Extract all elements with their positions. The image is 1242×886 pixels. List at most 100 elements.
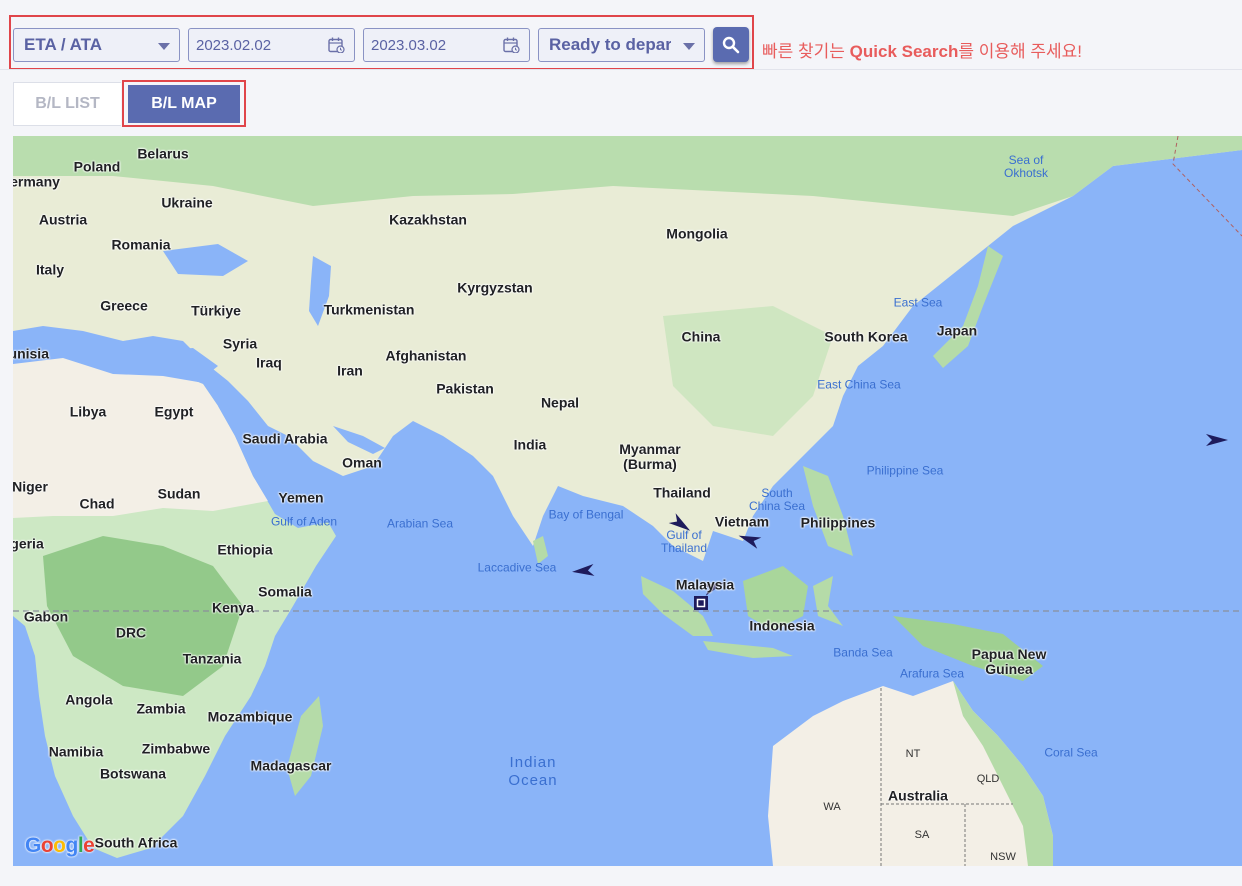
- country-label: South Africa: [94, 834, 178, 851]
- status-select[interactable]: Ready to departure: [538, 28, 705, 62]
- port-marker[interactable]: [694, 596, 708, 610]
- country-label: DRC: [115, 624, 147, 641]
- country-label: Libya: [69, 403, 107, 420]
- sea-label: Philippine Sea: [866, 463, 944, 478]
- country-label: Angola: [65, 691, 113, 708]
- country-label: China: [681, 328, 721, 345]
- state-label: NT: [905, 748, 921, 760]
- country-label: Madagascar: [250, 757, 332, 774]
- hint-suffix: 를 이용해 주세요!: [958, 42, 1082, 61]
- country-label: Tunisia: [13, 345, 49, 362]
- state-label: NSW: [990, 851, 1016, 863]
- tab-bl-list[interactable]: B/L LIST: [13, 82, 121, 126]
- country-label: Iraq: [256, 354, 282, 371]
- sea-label: Laccadive Sea: [477, 560, 557, 575]
- search-button[interactable]: [713, 27, 749, 62]
- country-label: Somalia: [258, 583, 312, 600]
- country-label: Malaysia: [675, 576, 735, 593]
- country-label: Belarus: [137, 145, 189, 162]
- country-label: Kenya: [211, 599, 255, 616]
- vessel-marker[interactable]: [572, 563, 595, 578]
- country-label: Sudan: [157, 485, 201, 502]
- date-type-select[interactable]: ETA / ATA: [13, 28, 180, 62]
- sea-label: Gulf of Aden: [270, 514, 338, 529]
- country-label: Romania: [111, 236, 171, 253]
- date-to-field[interactable]: 2023.03.02: [363, 28, 530, 62]
- sea-label: South China Sea: [748, 486, 806, 513]
- country-label: Afghanistan: [385, 347, 467, 364]
- country-label: geria: [13, 535, 44, 552]
- country-label: Poland: [73, 158, 121, 175]
- country-label: India: [513, 436, 547, 453]
- quick-search-hint: 빠른 찾기는 Quick Search를 이용해 주세요!: [762, 37, 1082, 62]
- country-label: Mozambique: [207, 708, 293, 725]
- landmass-philippines: [803, 466, 853, 556]
- date-from-value: 2023.02.02: [196, 36, 272, 54]
- country-label: Niger: [13, 478, 48, 495]
- header-divider: [0, 69, 1242, 70]
- calendar-icon[interactable]: [503, 37, 520, 53]
- sea-label: Arabian Sea: [386, 516, 454, 531]
- country-label: ermany: [13, 173, 60, 190]
- country-label: Greece: [100, 297, 148, 314]
- country-label: Türkiye: [191, 302, 241, 319]
- chevron-down-icon: [683, 43, 695, 50]
- hint-prefix: 빠른 찾기는: [762, 42, 850, 61]
- country-label: Mongolia: [666, 225, 728, 242]
- country-label: Turkmenistan: [323, 301, 415, 318]
- country-label: Ethiopia: [217, 541, 273, 558]
- country-label: Iran: [337, 362, 363, 379]
- search-icon: [722, 36, 740, 53]
- vessel-marker[interactable]: [1206, 434, 1228, 446]
- country-label: Austria: [38, 211, 88, 228]
- country-label: Tanzania: [182, 650, 242, 667]
- country-label: Italy: [35, 261, 65, 278]
- country-label: Philippines: [800, 514, 876, 531]
- country-label: Papua New Guinea: [971, 646, 1047, 677]
- state-label: SA: [914, 829, 930, 841]
- landmass-java: [703, 641, 793, 658]
- ocean-label: Indian Ocean: [508, 754, 558, 789]
- sea-label: Banda Sea: [833, 645, 893, 660]
- country-label: Australia: [888, 787, 948, 804]
- country-label: Kyrgyzstan: [457, 279, 533, 296]
- country-label: Namibia: [48, 743, 104, 760]
- sea-label: Bay of Bengal: [548, 507, 624, 522]
- country-label: Syria: [222, 335, 258, 352]
- country-label: Ukraine: [161, 194, 213, 211]
- state-label: WA: [823, 801, 841, 813]
- country-label: Nepal: [540, 394, 580, 411]
- calendar-icon[interactable]: [328, 37, 345, 53]
- date-type-value: ETA / ATA: [24, 35, 103, 54]
- sea-label: Sea of Okhotsk: [1003, 153, 1049, 180]
- sea-label: East Sea: [893, 295, 943, 310]
- country-label: Indonesia: [749, 617, 815, 634]
- state-label: QLD: [976, 773, 1000, 785]
- google-logo: Google: [25, 834, 95, 857]
- sea-label: Arafura Sea: [899, 666, 965, 681]
- date-to-value: 2023.03.02: [371, 36, 447, 54]
- sea-label: Coral Sea: [1044, 745, 1098, 760]
- sea-label: Gulf of Thailand: [660, 528, 708, 555]
- tab-bl-map[interactable]: B/L MAP: [128, 85, 240, 123]
- country-label: Pakistan: [436, 380, 494, 397]
- country-label: Saudi Arabia: [242, 430, 328, 447]
- sea-label: East China Sea: [817, 377, 901, 392]
- country-label: Egypt: [154, 403, 194, 420]
- status-value: Ready to departure: [549, 35, 671, 54]
- country-label: Thailand: [653, 484, 711, 501]
- country-label: Japan: [936, 322, 978, 339]
- hint-highlight: Quick Search: [849, 42, 959, 61]
- date-from-field[interactable]: 2023.02.02: [188, 28, 355, 62]
- country-label: Oman: [342, 454, 382, 471]
- country-label: Gabon: [23, 608, 69, 625]
- bl-map[interactable]: Poland Belarus ermany Ukraine Austria Romania…: [13, 136, 1242, 866]
- country-label: Zimbabwe: [141, 740, 211, 757]
- landmass-sulawesi: [813, 576, 843, 626]
- country-label: South Korea: [824, 328, 908, 345]
- country-label: Yemen: [278, 489, 324, 506]
- country-label: Chad: [79, 495, 115, 512]
- country-label: Vietnam: [714, 513, 770, 530]
- country-label: Kazakhstan: [389, 211, 467, 228]
- country-label: Myanmar (Burma): [619, 441, 681, 472]
